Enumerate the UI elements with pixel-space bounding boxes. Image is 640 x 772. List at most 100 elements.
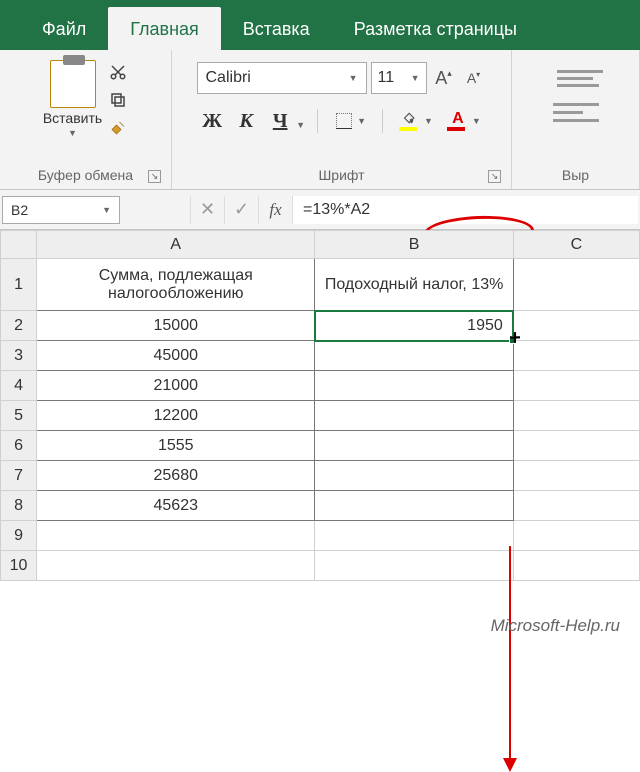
row-header-4[interactable]: 4 — [1, 371, 37, 401]
group-clipboard-label: Буфер обмена ↘ — [8, 163, 163, 187]
copy-button[interactable] — [108, 90, 128, 110]
x-icon: ✕ — [200, 199, 215, 220]
formula-bar: B2▼ ✕ ✓ fx =13%*A2 — [0, 190, 640, 230]
font-color-icon: А — [447, 111, 469, 131]
cell-A10[interactable] — [37, 551, 315, 581]
group-clipboard: Вставить ▼ Буфер обмена ↘ — [0, 50, 172, 189]
grid[interactable]: A B C 1 Сумма, подлежащая налогообложени… — [0, 230, 640, 581]
column-header-C[interactable]: C — [513, 231, 639, 259]
chevron-down-icon: ▼ — [349, 73, 358, 83]
cell-C7[interactable] — [513, 461, 639, 491]
increase-font-button[interactable]: A▴ — [431, 63, 457, 93]
fill-icon — [399, 111, 421, 131]
font-color-button[interactable]: А▼ — [443, 108, 485, 134]
cell-B6[interactable] — [315, 431, 513, 461]
row-header-10[interactable]: 10 — [1, 551, 37, 581]
cell-B3[interactable] — [315, 341, 513, 371]
borders-button[interactable]: ▼ — [330, 108, 370, 134]
paste-icon — [50, 60, 96, 108]
cell-B5[interactable] — [315, 401, 513, 431]
cell-A2[interactable]: 15000 — [37, 311, 315, 341]
cell-A6[interactable]: 1555 — [37, 431, 315, 461]
cell-C2[interactable] — [513, 311, 639, 341]
cell-C10[interactable] — [513, 551, 639, 581]
group-alignment-label: Выр — [520, 163, 631, 187]
fill-handle[interactable] — [509, 336, 517, 344]
cell-B1[interactable]: Подоходный налог, 13% — [315, 259, 513, 311]
row-header-8[interactable]: 8 — [1, 491, 37, 521]
decrease-font-button[interactable]: A▾ — [461, 63, 487, 93]
column-header-A[interactable]: A — [37, 231, 315, 259]
cell-A3[interactable]: 45000 — [37, 341, 315, 371]
cell-A8[interactable]: 45623 — [37, 491, 315, 521]
row-header-3[interactable]: 3 — [1, 341, 37, 371]
group-font-label: Шрифт ↘ — [180, 163, 503, 187]
bold-button[interactable]: Ж — [198, 110, 226, 133]
ribbon-tabs: Файл Главная Вставка Разметка страницы — [0, 0, 640, 50]
cell-A5[interactable]: 12200 — [37, 401, 315, 431]
cell-B4[interactable] — [315, 371, 513, 401]
cell-C9[interactable] — [513, 521, 639, 551]
row-header-7[interactable]: 7 — [1, 461, 37, 491]
align-top-button[interactable] — [557, 70, 603, 87]
chevron-down-icon: ▼ — [411, 73, 420, 83]
chevron-down-icon[interactable]: ▼ — [296, 120, 305, 134]
select-all-corner[interactable] — [1, 231, 37, 259]
brush-icon — [109, 119, 127, 137]
scissors-icon — [109, 63, 127, 81]
cell-A7[interactable]: 25680 — [37, 461, 315, 491]
separator — [382, 109, 383, 133]
formula-input[interactable]: =13%*A2 — [292, 196, 638, 224]
cell-B10[interactable] — [315, 551, 513, 581]
ribbon: Вставить ▼ Буфер обмена ↘ Cali — [0, 50, 640, 190]
row-header-5[interactable]: 5 — [1, 401, 37, 431]
cancel-formula-button[interactable]: ✕ — [190, 196, 224, 224]
cut-button[interactable] — [108, 62, 128, 82]
tab-file[interactable]: Файл — [20, 7, 108, 50]
paste-button[interactable]: Вставить ▼ — [43, 60, 102, 138]
font-name-combo[interactable]: Calibri▼ — [197, 62, 367, 94]
increase-font-icon: A▴ — [435, 68, 452, 89]
align-left-button[interactable] — [553, 103, 599, 122]
tab-home[interactable]: Главная — [108, 7, 221, 50]
row-header-1[interactable]: 1 — [1, 259, 37, 311]
cell-C3[interactable] — [513, 341, 639, 371]
paste-label: Вставить — [43, 110, 102, 126]
cell-C5[interactable] — [513, 401, 639, 431]
fill-color-button[interactable]: ▼ — [395, 108, 437, 134]
check-icon: ✓ — [234, 199, 249, 220]
copy-icon — [109, 91, 127, 109]
row-header-9[interactable]: 9 — [1, 521, 37, 551]
dialog-launcher-icon[interactable]: ↘ — [488, 170, 501, 183]
format-painter-button[interactable] — [108, 118, 128, 138]
chevron-down-icon: ▼ — [68, 128, 77, 138]
cell-B2[interactable]: 1950 + — [315, 311, 513, 341]
watermark: Microsoft-Help.ru — [491, 616, 620, 636]
cell-C4[interactable] — [513, 371, 639, 401]
italic-button[interactable]: К — [232, 110, 260, 133]
enter-formula-button[interactable]: ✓ — [224, 196, 258, 224]
cell-A1[interactable]: Сумма, подлежащая налогообложению — [37, 259, 315, 311]
cell-C6[interactable] — [513, 431, 639, 461]
row-header-6[interactable]: 6 — [1, 431, 37, 461]
row-header-2[interactable]: 2 — [1, 311, 37, 341]
font-size-combo[interactable]: 11▼ — [371, 62, 427, 94]
worksheet: A B C 1 Сумма, подлежащая налогообложени… — [0, 230, 640, 581]
cell-B8[interactable] — [315, 491, 513, 521]
name-box[interactable]: B2▼ — [2, 196, 120, 224]
column-header-B[interactable]: B — [315, 231, 513, 259]
chevron-down-icon: ▼ — [102, 205, 111, 215]
tab-insert[interactable]: Вставка — [221, 7, 332, 50]
cell-C8[interactable] — [513, 491, 639, 521]
cell-A9[interactable] — [37, 521, 315, 551]
cell-A4[interactable]: 21000 — [37, 371, 315, 401]
cell-B9[interactable] — [315, 521, 513, 551]
fx-icon: fx — [269, 200, 281, 220]
cell-C1[interactable] — [513, 259, 639, 311]
cell-B7[interactable] — [315, 461, 513, 491]
chevron-down-icon: ▼ — [424, 116, 433, 126]
underline-button[interactable]: Ч — [266, 110, 294, 133]
tab-page-layout[interactable]: Разметка страницы — [332, 7, 539, 50]
insert-function-button[interactable]: fx — [258, 196, 292, 224]
dialog-launcher-icon[interactable]: ↘ — [148, 170, 161, 183]
